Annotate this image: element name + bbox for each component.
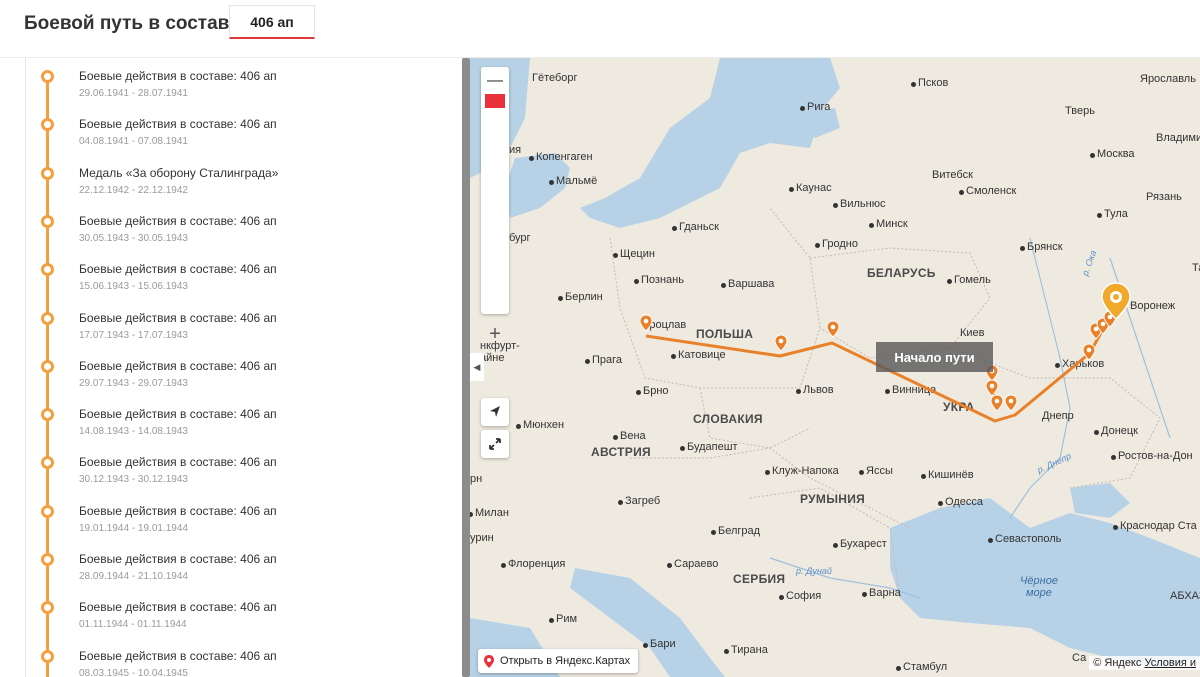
timeline-event[interactable]: Боевые действия в составе: 406 ап 29.07.1… (26, 350, 456, 398)
event-date: 04.08.1941 - 07.08.1941 (79, 136, 188, 148)
route-marker-icon[interactable] (1082, 343, 1096, 361)
zoom-out-button[interactable]: — (481, 67, 509, 95)
event-date: 29.06.1941 - 28.07.1941 (79, 88, 188, 99)
timeline-dot-icon (41, 166, 54, 180)
event-date: 30.05.1943 - 30.05.1943 (79, 232, 188, 244)
timeline-dot-icon (41, 456, 54, 470)
route-marker-icon[interactable] (990, 394, 1004, 412)
event-title: Боевые действия в составе: 406 ап (79, 552, 277, 566)
map[interactable]: Гётеборг Псков Ярославль Рига Тверь Владими Ко… (470, 58, 1200, 677)
timeline-dot-icon (41, 263, 54, 277)
zoom-in-button[interactable]: + (481, 320, 509, 348)
event-title: Медаль «За оборону Сталинграда» (79, 165, 279, 180)
timeline-event[interactable]: Медаль «За оборону Сталинграда» 22.12.194… (26, 157, 456, 205)
timeline-dot-icon (41, 649, 54, 663)
timeline-event[interactable]: Боевые действия в составе: 406 ап 19.01.1… (26, 495, 456, 543)
timeline-event[interactable]: Боевые действия в составе: 406 ап 30.12.1… (26, 446, 456, 494)
page-header: Боевой путь в составе: 406 ап (0, 0, 1200, 58)
event-title: Боевые действия в составе: 406 ап (79, 310, 277, 325)
event-title: Боевые действия в составе: 406 ап (79, 262, 277, 277)
route-layer (645, 315, 1112, 423)
event-title: Боевые действия в составе: 406 ап (79, 503, 277, 518)
event-date: 08.03.1945 - 10.04.1945 (79, 667, 188, 677)
timeline-dot-icon (41, 601, 54, 615)
event-title: Боевые действия в составе: 406 ап (79, 407, 277, 422)
route-color-swatch[interactable] (485, 94, 505, 108)
expand-icon (489, 438, 501, 450)
timeline-event[interactable]: Боевые действия в составе: 406 ап 30.05.1… (26, 205, 456, 253)
timeline-dot-icon (41, 311, 54, 325)
event-date: 01.11.1944 - 01.11.1944 (79, 619, 187, 631)
terms-link[interactable]: Условия и (1144, 657, 1196, 669)
event-date: 28.09.1944 - 21.10.1944 (79, 571, 188, 582)
event-date: 22.12.1942 - 22.12.1942 (79, 184, 188, 196)
open-in-yandex-label: Открыть в Яндекс.Картах (500, 655, 631, 667)
timeline-dot-icon (41, 553, 54, 566)
route-start-tooltip: Начало пути (876, 342, 993, 372)
geolocation-button[interactable] (481, 398, 509, 426)
event-date: 29.07.1943 - 29.07.1943 (79, 377, 188, 389)
route-marker-icon[interactable] (1004, 394, 1018, 412)
timeline-event[interactable]: Боевые действия в составе: 406 ап 28.09.1… (26, 543, 456, 591)
event-title: Боевые действия в составе: 406 ап (79, 455, 277, 470)
route-marker-icon[interactable] (774, 334, 788, 352)
route-marker-icon[interactable] (639, 314, 653, 332)
event-date: 17.07.1943 - 17.07.1943 (79, 329, 188, 341)
timeline-event[interactable]: Боевые действия в составе: 406 ап 04.08.1… (26, 108, 456, 156)
route-start-marker-icon[interactable] (1101, 282, 1131, 320)
route-marker-icon[interactable] (826, 320, 840, 338)
timeline-event[interactable]: Боевые действия в составе: 406 ап 08.03.1… (26, 640, 456, 677)
event-title: Боевые действия в составе: 406 ап (79, 213, 277, 228)
map-pin-icon (484, 654, 494, 668)
scrollbar-thumb[interactable] (462, 58, 470, 677)
event-title: Боевые действия в составе: 406 ап (79, 117, 277, 132)
event-date: 14.08.1943 - 14.08.1943 (79, 426, 188, 438)
page-title: Боевой путь в составе: (24, 13, 247, 34)
timeline-dot-icon (41, 214, 54, 228)
timeline-dot-icon (41, 70, 54, 83)
event-title: Боевые действия в составе: 406 ап (79, 69, 277, 83)
collapse-panel-icon[interactable]: ◀ (470, 353, 484, 381)
event-date: 30.12.1943 - 30.12.1943 (79, 474, 188, 486)
timeline-dot-icon (41, 359, 54, 373)
timeline-event[interactable]: Боевые действия в составе: 406 ап 01.11.1… (26, 591, 456, 639)
timeline-dot-icon (41, 118, 54, 132)
event-title: Боевые действия в составе: 406 ап (79, 648, 277, 663)
event-title: Боевые действия в составе: 406 ап (79, 600, 277, 615)
timeline-list[interactable]: Боевые действия в составе: 406 ап 29.06.1… (25, 58, 462, 677)
open-in-yandex-maps-button[interactable]: Открыть в Яндекс.Картах (478, 649, 639, 673)
event-date: 19.01.1944 - 19.01.1944 (79, 522, 188, 534)
map-copyright: © Яндекс Условия и (1089, 656, 1200, 670)
event-title: Боевые действия в составе: 406 ап (79, 358, 277, 373)
timeline-event[interactable]: Боевые действия в составе: 406 ап 15.06.1… (26, 253, 456, 301)
timeline-dot-icon (41, 504, 54, 518)
navigation-arrow-icon (490, 406, 500, 417)
fullscreen-button[interactable] (481, 430, 509, 458)
copyright-text: © Яндекс (1093, 657, 1142, 669)
event-date: 15.06.1943 - 15.06.1943 (79, 281, 188, 293)
timeline-event[interactable]: Боевые действия в составе: 406 ап 29.06.1… (26, 60, 456, 108)
timeline-event[interactable]: Боевые действия в составе: 406 ап 17.07.1… (26, 302, 456, 350)
timeline-dot-icon (41, 408, 54, 422)
timeline-event[interactable]: Боевые действия в составе: 406 ап 14.08.1… (26, 398, 456, 446)
unit-selector[interactable]: 406 ап (229, 5, 315, 39)
